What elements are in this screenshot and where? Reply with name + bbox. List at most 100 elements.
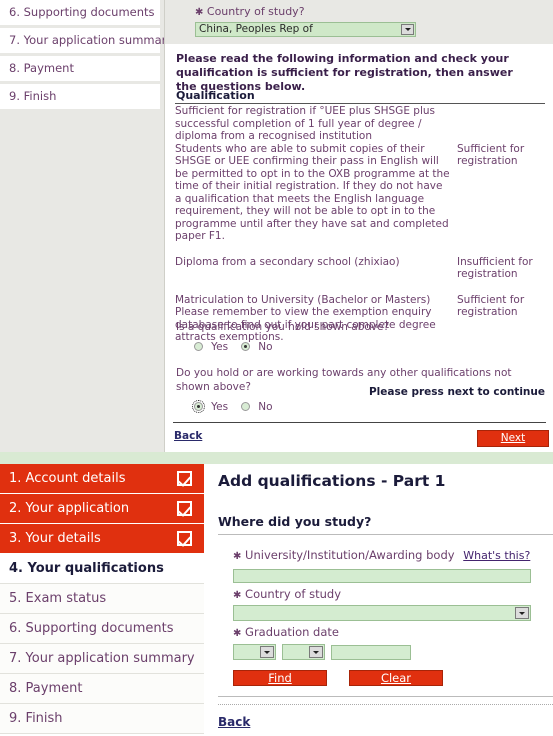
country-of-study-group: ✱ Country of study? China, Peoples Rep o… (195, 5, 445, 37)
chevron-down-icon[interactable] (401, 24, 414, 35)
form-buttons: Find Clear (233, 670, 553, 686)
sidebar-item-finish[interactable]: 9. Finish (0, 84, 160, 112)
label-text: University/Institution/Awarding body (245, 548, 455, 562)
checkmark-icon (177, 471, 192, 486)
chevron-down-icon[interactable] (515, 607, 529, 619)
sidebar-item-label: 6. Supporting documents (9, 5, 155, 19)
main-content: Add qualifications - Part 1 Where did yo… (210, 464, 553, 736)
chevron-down-icon[interactable] (309, 646, 323, 658)
required-star-icon: ✱ (233, 551, 242, 562)
sidebar-item-label: 9. Finish (9, 711, 63, 726)
bottom-panel: 1. Account details 2. Your application 3… (0, 464, 553, 736)
sidebar-nav: 1. Account details 2. Your application 3… (0, 464, 204, 734)
sidebar-item-payment[interactable]: 8. Payment (0, 674, 204, 704)
chevron-down-icon[interactable] (260, 646, 274, 658)
question-2-yes-label: Yes (211, 401, 229, 413)
press-next-hint: Please press next to continue (368, 386, 545, 398)
graduation-date-row (233, 644, 553, 660)
table-row: Sufficient for registration if °UEE plus… (175, 105, 547, 143)
graduation-date-label: ✱ Graduation date (233, 625, 553, 641)
top-main-content: ✱ Country of study? China, Peoples Rep o… (164, 0, 553, 452)
sidebar-item-your-application[interactable]: 2. Your application (0, 494, 204, 524)
question-2-yes-radio[interactable] (192, 400, 205, 413)
clear-button[interactable]: Clear (349, 670, 443, 686)
section-subtitle: Where did you study? (218, 514, 372, 529)
question-1-yes-radio[interactable] (194, 342, 203, 351)
label-text: Graduation date (245, 625, 339, 639)
sidebar-item-label: 6. Supporting documents (9, 621, 174, 636)
label-text: Country of study (245, 587, 342, 601)
clear-button-label: Clear (380, 671, 412, 685)
sidebar-item-your-details[interactable]: 3. Your details (0, 524, 204, 554)
sidebar-item-label: 7. Your application summary (9, 651, 195, 666)
label-text: Country of study? (206, 5, 305, 18)
qualification-table-header: Qualification (176, 89, 255, 102)
graduation-day-select[interactable] (282, 644, 325, 660)
qualification-table: Sufficient for registration if °UEE plus… (175, 105, 547, 344)
sidebar-item-label: 2. Your application (9, 501, 130, 516)
qualification-description: Sufficient for registration if °UEE plus… (175, 105, 436, 142)
top-panel: 6. Supporting documents 7. Your applicat… (0, 0, 553, 452)
table-header-divider (175, 103, 545, 104)
qualification-status: Sufficient for registration (457, 142, 525, 168)
question-1-radio-group: Yes No (176, 335, 546, 354)
table-row: Diploma from a secondary school (zhixiao… (175, 256, 547, 281)
question-1-no-label: No (258, 341, 273, 353)
whats-this-link[interactable]: What's this? (463, 549, 530, 562)
required-star-icon: ✱ (233, 590, 242, 601)
question-2-no-label: No (258, 401, 273, 413)
sidebar-item-supporting-documents[interactable]: 6. Supporting documents (0, 614, 204, 644)
sidebar-item-label: 4. Your qualifications (9, 561, 164, 576)
instruction-text: Please read the following information an… (176, 52, 513, 93)
graduation-month-select[interactable] (233, 644, 276, 660)
find-button-label: Find (268, 671, 292, 685)
question-2-no-radio[interactable] (241, 402, 251, 411)
checkmark-icon (177, 501, 192, 516)
sidebar-item-label: 8. Payment (9, 61, 74, 75)
sidebar-item-label: 5. Exam status (9, 591, 107, 606)
sidebar-item-your-qualifications[interactable]: 4. Your qualifications (0, 554, 204, 584)
page-title: Add qualifications - Part 1 (218, 472, 446, 490)
university-input[interactable] (233, 569, 531, 583)
subtitle-divider (218, 534, 553, 535)
sidebar-item-account-details[interactable]: 1. Account details (0, 464, 204, 494)
sidebar-item-exam-status[interactable]: 5. Exam status (0, 584, 204, 614)
footer-dotted-divider (218, 704, 553, 705)
question-1-no-radio[interactable] (241, 342, 251, 351)
questions-block: Is a qualification you hold shown above?… (176, 320, 546, 414)
back-link[interactable]: Back (174, 430, 202, 442)
back-link[interactable]: Back (218, 715, 250, 729)
sidebar-item-application-summary[interactable]: 7. Your application summary (0, 28, 173, 56)
sidebar-item-finish[interactable]: 9. Finish (0, 704, 204, 734)
table-row: Students who are able to submit copies o… (175, 143, 547, 243)
footer-divider (173, 422, 546, 423)
required-star-icon: ✱ (195, 7, 204, 18)
qualification-description: Students who are able to submit copies o… (175, 142, 450, 243)
checkmark-icon (177, 531, 192, 546)
question-1-text: Is a qualification you hold shown above? (176, 321, 390, 333)
sidebar-item-supporting-documents[interactable]: 6. Supporting documents (0, 0, 160, 28)
graduation-year-input[interactable] (331, 644, 411, 660)
sidebar-item-label: 1. Account details (9, 471, 126, 486)
study-location-form: ✱ University/Institution/Awarding body W… (233, 548, 553, 686)
sidebar-item-application-summary[interactable]: 7. Your application summary (0, 644, 204, 674)
sidebar-item-payment[interactable]: 8. Payment (0, 56, 160, 84)
country-of-study-select[interactable]: China, Peoples Rep of (195, 22, 416, 37)
application-page: 6. Supporting documents 7. Your applicat… (0, 0, 553, 736)
country-of-study-select[interactable] (233, 605, 531, 621)
qualification-description: Diploma from a secondary school (zhixiao… (175, 255, 400, 268)
question-1-yes-label: Yes (211, 341, 229, 353)
sidebar-item-label: 7. Your application summary (9, 33, 174, 47)
country-of-study-value: China, Peoples Rep of (199, 23, 313, 35)
next-button-label: Next (500, 432, 526, 444)
top-sidebar-nav: 6. Supporting documents 7. Your applicat… (0, 0, 173, 112)
required-star-icon: ✱ (233, 628, 242, 639)
next-button[interactable]: Next (477, 430, 549, 447)
row-spacer (175, 243, 547, 256)
row-spacer (175, 281, 547, 294)
form-divider (218, 696, 553, 697)
qualification-status (457, 105, 547, 143)
find-button[interactable]: Find (233, 670, 327, 686)
country-of-study-label: ✱ Country of study? (195, 5, 445, 19)
sidebar-item-label: 9. Finish (9, 89, 57, 103)
